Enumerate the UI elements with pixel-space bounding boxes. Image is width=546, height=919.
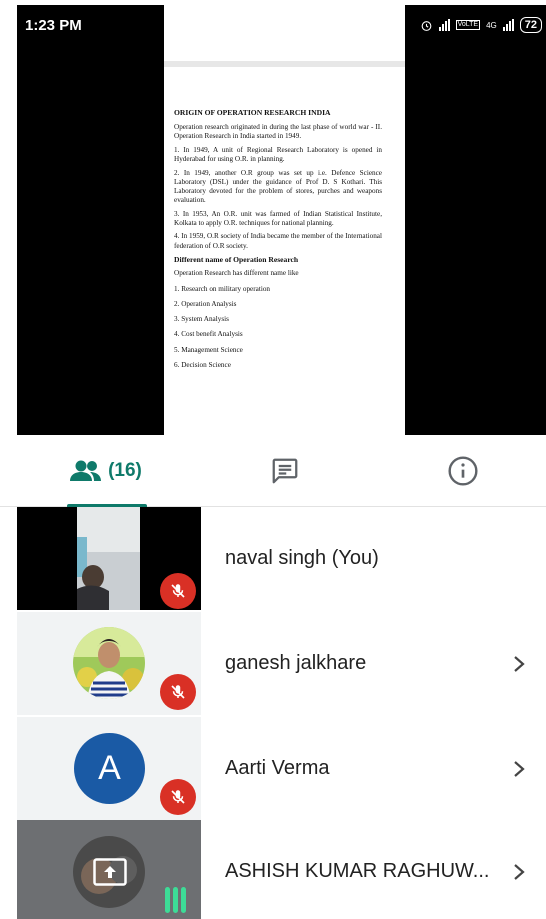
status-icons: VoLTE 4G 72 — [420, 17, 542, 33]
people-icon — [70, 460, 102, 481]
document-page-gap — [164, 5, 405, 67]
document-subheading: Different name of Operation Research — [174, 255, 299, 265]
screen-share-icon — [93, 858, 127, 886]
signal-icon-2 — [502, 19, 514, 31]
chevron-right-icon[interactable] — [512, 612, 526, 715]
mic-off-icon — [160, 779, 196, 815]
participant-tile — [17, 612, 201, 715]
document-list-item: 3. System Analysis — [174, 315, 229, 324]
document-paragraph: Operation research originated in during … — [174, 123, 382, 141]
meet-screen: 1:23 PM VoLTE 4G 72 ORIGIN OF OPERATION … — [0, 0, 546, 919]
meeting-tabs: (16) — [0, 435, 546, 508]
document-list-item: 1. Research on military operation — [174, 284, 271, 293]
tab-info[interactable] — [428, 435, 498, 507]
shared-document: ORIGIN OF OPERATION RESEARCH INDIA Opera… — [164, 5, 405, 435]
participant-row[interactable]: ASHISH KUMAR RAGHUW... — [0, 820, 546, 919]
participant-tile — [17, 820, 201, 919]
participant-video — [17, 507, 201, 610]
volte-icon: VoLTE — [455, 20, 481, 30]
avatar: A — [74, 733, 145, 804]
document-list-item: 2. Operation Analysis — [174, 299, 237, 308]
participant-name: ganesh jalkhare — [225, 652, 367, 674]
battery-icon: 72 — [519, 17, 542, 33]
chevron-right-icon[interactable] — [512, 717, 526, 820]
tab-people[interactable]: (16) — [30, 435, 180, 508]
status-time: 1:23 PM — [25, 17, 82, 34]
participant-count: (16) — [108, 460, 142, 481]
participant-tile: A — [17, 717, 201, 820]
document-title: ORIGIN OF OPERATION RESEARCH INDIA — [174, 108, 331, 117]
document-list-item: 6. Decision Science — [174, 360, 231, 369]
document-paragraph: 3. In 1953, An O.R. unit was farmed of I… — [174, 209, 382, 227]
participant-row[interactable]: ganesh jalkhare — [0, 612, 546, 715]
participant-name: naval singh (You) — [225, 547, 379, 569]
document-list-item: 4. Cost benefit Analysis — [174, 330, 243, 339]
participant-name: Aarti Verma — [225, 757, 330, 779]
speaking-indicator-icon — [165, 887, 186, 913]
document-paragraph: 2. In 1949, another O.R group was set up… — [174, 168, 382, 204]
participant-row[interactable]: naval singh (You) — [0, 507, 546, 610]
document-body: ORIGIN OF OPERATION RESEARCH INDIA Opera… — [174, 108, 382, 376]
network-type: 4G — [486, 20, 497, 30]
alarm-icon — [421, 20, 431, 31]
chat-icon — [272, 458, 298, 484]
participant-row[interactable]: A Aarti Verma — [0, 717, 546, 820]
signal-icon — [438, 19, 450, 31]
document-paragraph: 4. In 1959, O.R society of India became … — [174, 232, 382, 250]
info-icon — [448, 456, 478, 486]
tab-chat[interactable] — [250, 435, 320, 507]
participant-name: ASHISH KUMAR RAGHUW... — [225, 860, 490, 882]
document-paragraph: 1. In 1949, A unit of Regional Research … — [174, 145, 382, 163]
presentation-view[interactable]: 1:23 PM VoLTE 4G 72 ORIGIN OF OPERATION … — [17, 5, 546, 435]
document-paragraph: Operation Research has different name li… — [174, 269, 299, 278]
mic-off-icon — [160, 674, 196, 710]
avatar-letter: A — [98, 749, 121, 787]
mic-off-icon — [160, 573, 196, 609]
avatar — [73, 627, 145, 699]
document-list-item: 5. Management Science — [174, 345, 243, 354]
chevron-right-icon[interactable] — [512, 820, 526, 919]
